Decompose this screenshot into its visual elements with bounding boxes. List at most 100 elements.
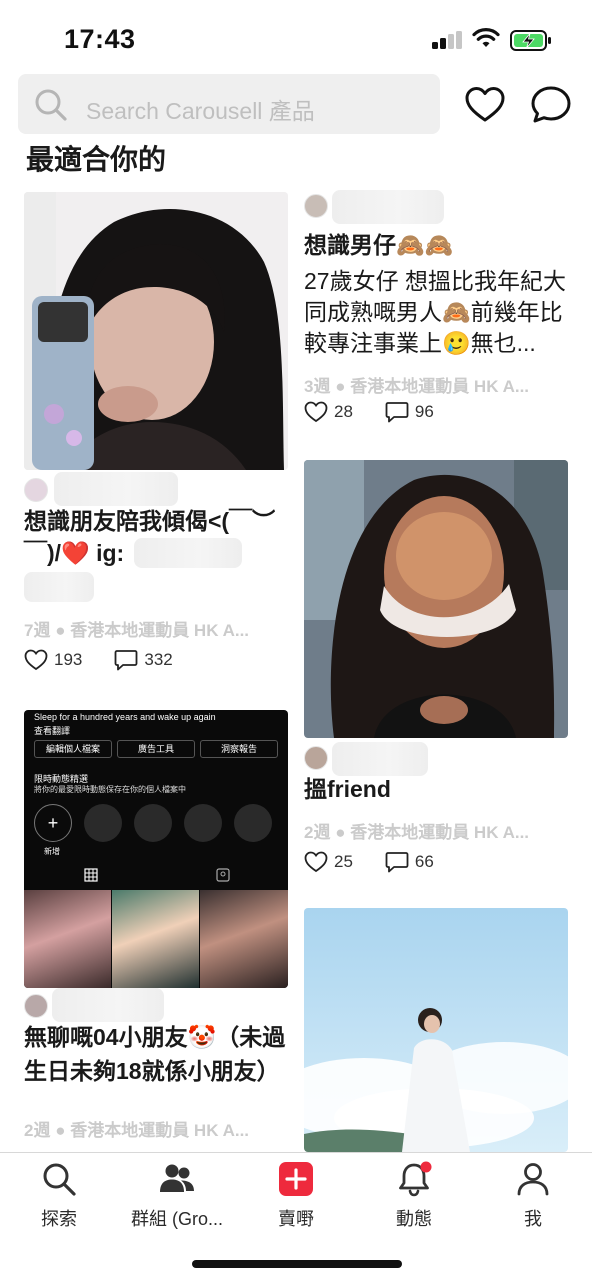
comment-icon[interactable] bbox=[114, 649, 138, 671]
listing-age: 2週 bbox=[304, 823, 331, 842]
sell-plus-icon bbox=[279, 1162, 313, 1196]
nav-label: 群組 (Gro... bbox=[130, 1209, 223, 1229]
seller-avatar[interactable] bbox=[304, 194, 328, 218]
listing-title-cont: 生日未夠18就係小朋友） bbox=[24, 1058, 280, 1084]
profile-icon bbox=[517, 1163, 549, 1196]
dot-separator: ● bbox=[55, 1121, 71, 1140]
comment-count: 66 bbox=[414, 852, 434, 871]
search-bar[interactable]: Search Carousell 產品 bbox=[18, 74, 440, 134]
seller-name[interactable] bbox=[332, 742, 428, 776]
battery-charging-icon bbox=[510, 30, 551, 51]
comment-count: 96 bbox=[414, 402, 434, 421]
status-time: 17:43 bbox=[64, 24, 136, 54]
like-count: 28 bbox=[334, 402, 353, 421]
listing-stats: 28 96 bbox=[304, 400, 434, 424]
seller-avatar[interactable] bbox=[24, 478, 48, 502]
seller-avatar[interactable] bbox=[24, 994, 48, 1018]
nav-sell[interactable]: 賣嘢 bbox=[237, 1153, 355, 1253]
redacted-handle bbox=[134, 538, 242, 568]
comment-icon[interactable] bbox=[385, 401, 409, 423]
outdoor-photo bbox=[304, 908, 568, 1152]
seller-name[interactable] bbox=[332, 190, 444, 224]
status-bar: 17:43 bbox=[0, 0, 592, 72]
profile-bio: Sleep for a hundred years and wake up ag… bbox=[34, 712, 216, 722]
selfie-image bbox=[24, 192, 288, 470]
like-heart-icon[interactable] bbox=[304, 850, 328, 874]
nav-label: 賣嘢 bbox=[278, 1209, 314, 1229]
nav-label: 我 bbox=[524, 1209, 542, 1229]
nav-activity[interactable]: 動態 bbox=[355, 1153, 473, 1253]
search-icon bbox=[43, 1163, 76, 1196]
listing-photo[interactable] bbox=[24, 192, 288, 470]
like-heart-icon[interactable] bbox=[304, 400, 328, 424]
chat-icon[interactable] bbox=[530, 84, 572, 126]
listing-age: 7週 bbox=[24, 621, 51, 640]
listing-card[interactable]: Sleep for a hundred years and wake up ag… bbox=[24, 710, 288, 1150]
nav-label: 動態 bbox=[396, 1209, 432, 1229]
listing-meta: 3週 ● 香港本地運動員 HK A... bbox=[304, 372, 529, 397]
tagged-tab-icon bbox=[216, 868, 230, 882]
listing-title: 想識朋友陪我傾偈<(￣︶ bbox=[24, 508, 276, 534]
dot-separator: ● bbox=[335, 377, 351, 396]
search-icon bbox=[35, 89, 67, 121]
new-highlight-button: + bbox=[34, 804, 72, 842]
notification-badge bbox=[420, 1161, 432, 1173]
grid-tab-icon bbox=[84, 868, 98, 882]
listing-card[interactable]: 想識朋友陪我傾偈<(￣︶ ￣)/❤️ ig: 7週 ● 香港本地運動員 HK A… bbox=[24, 192, 288, 682]
listing-meta: 2週 ● 香港本地運動員 HK A... bbox=[24, 1116, 249, 1141]
highlights-subtitle: 將你的最愛限時動態保存在你的個人檔案中 bbox=[34, 785, 186, 794]
heart-icon[interactable] bbox=[464, 84, 506, 126]
listing-photo[interactable] bbox=[304, 908, 568, 1152]
listing-title: 無聊嘅04小朋友🤡（未過 bbox=[24, 1024, 286, 1050]
listing-card[interactable] bbox=[304, 908, 568, 1152]
listing-meta: 2週 ● 香港本地運動員 HK A... bbox=[304, 818, 529, 843]
search-input[interactable]: Search Carousell 產品 bbox=[86, 92, 315, 126]
nav-groups[interactable]: 群組 (Gro... bbox=[118, 1153, 236, 1253]
listing-category: 香港本地運動員 HK A... bbox=[70, 621, 250, 640]
listing-category: 香港本地運動員 HK A... bbox=[70, 1121, 250, 1140]
highlight-circle bbox=[84, 804, 122, 842]
listing-age: 2週 bbox=[24, 1121, 51, 1140]
highlight-circle bbox=[134, 804, 172, 842]
comment-count: 332 bbox=[144, 650, 173, 669]
groups-icon bbox=[160, 1164, 194, 1192]
listing-stats: 193 332 bbox=[24, 648, 173, 672]
seller-name[interactable] bbox=[54, 472, 178, 506]
translate-link: 查看翻譯 bbox=[34, 726, 71, 736]
listing-title-cont: ￣)/❤️ ig: bbox=[24, 540, 125, 566]
home-indicator bbox=[192, 1260, 402, 1268]
listing-card[interactable]: 搵friend 2週 ● 香港本地運動員 HK A... 25 66 bbox=[304, 460, 568, 880]
cellular-signal-icon bbox=[432, 31, 464, 49]
post-thumbnail bbox=[112, 890, 199, 988]
comment-icon[interactable] bbox=[385, 851, 409, 873]
post-thumbnail bbox=[24, 890, 111, 988]
new-highlight-label: 新增 bbox=[44, 847, 60, 856]
edit-profile-button: 編輯個人檔案 bbox=[34, 740, 112, 758]
listing-description: 27歲女仔 想搵比我年紀大同成熟嘅男人🙈前幾年比較專注事業上🥲無乜... bbox=[304, 268, 566, 356]
bell-icon bbox=[399, 1161, 432, 1197]
nav-profile[interactable]: 我 bbox=[474, 1153, 592, 1253]
wifi-icon bbox=[472, 28, 500, 47]
listing-stats: 25 66 bbox=[304, 850, 434, 874]
selfie-image bbox=[304, 460, 568, 738]
listing-card[interactable]: 想識男仔🙈🙈 27歲女仔 想搵比我年紀大同成熟嘅男人🙈前幾年比較專注事業上🥲無乜… bbox=[304, 190, 568, 430]
redacted-text bbox=[24, 572, 94, 602]
ad-tools-button: 廣告工具 bbox=[117, 740, 195, 758]
listing-photo[interactable] bbox=[304, 460, 568, 738]
listing-category: 香港本地運動員 HK A... bbox=[350, 823, 530, 842]
listing-meta: 7週 ● 香港本地運動員 HK A... bbox=[24, 616, 249, 641]
highlight-circle bbox=[234, 804, 272, 842]
listing-title: 搵friend bbox=[304, 776, 391, 802]
dot-separator: ● bbox=[55, 621, 71, 640]
insights-button: 洞察報告 bbox=[200, 740, 278, 758]
post-thumbnail bbox=[200, 890, 288, 988]
like-heart-icon[interactable] bbox=[24, 648, 48, 672]
listing-photo[interactable]: Sleep for a hundred years and wake up ag… bbox=[24, 710, 288, 988]
highlight-circle bbox=[184, 804, 222, 842]
like-count: 193 bbox=[54, 650, 83, 669]
seller-avatar[interactable] bbox=[304, 746, 328, 770]
nav-label: 探索 bbox=[41, 1209, 77, 1229]
nav-explore[interactable]: 探索 bbox=[0, 1153, 118, 1253]
dot-separator: ● bbox=[335, 823, 351, 842]
seller-name[interactable] bbox=[52, 988, 164, 1022]
